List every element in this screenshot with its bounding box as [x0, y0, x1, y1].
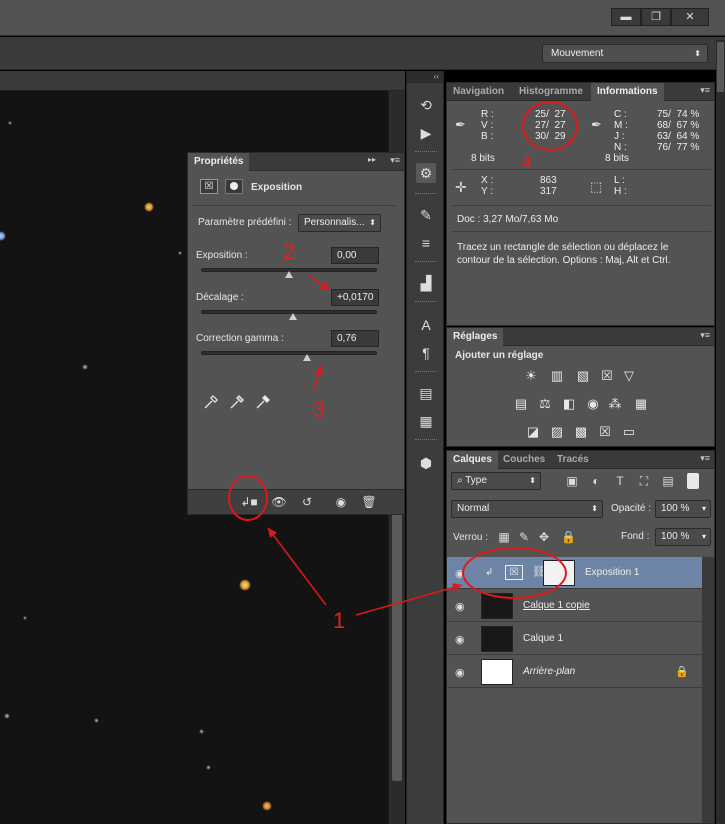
annotation-arrow [355, 583, 463, 616]
annotation-arrow [267, 527, 327, 606]
annotation-arrows [267, 274, 463, 616]
annotation-arrow [307, 274, 331, 291]
annotation-arrow [313, 365, 323, 391]
